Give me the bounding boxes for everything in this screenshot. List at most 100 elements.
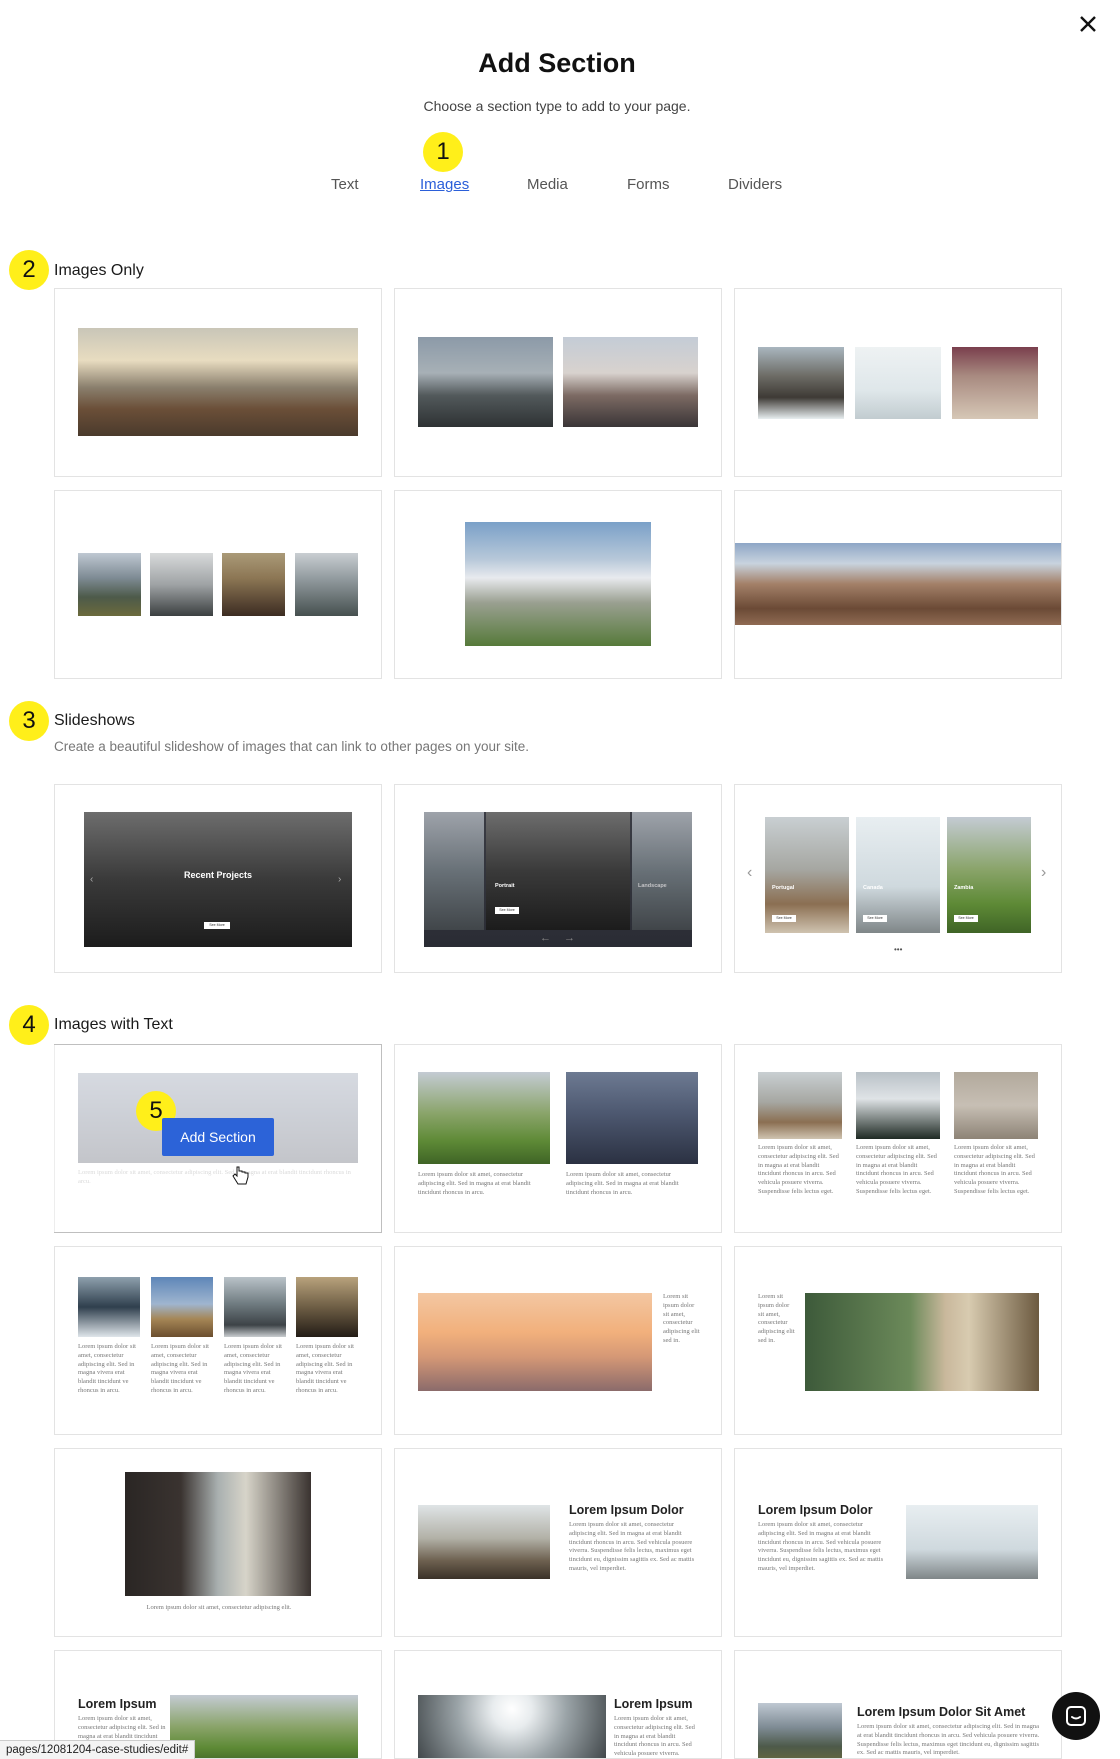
card-label: Portugal (772, 885, 795, 891)
thumbnail-text: Lorem ipsum dolor sit amet, consectetur … (758, 1521, 884, 1572)
chevron-left-icon: ‹ (90, 874, 94, 885)
thumbnail-image (563, 337, 698, 427)
thumbnail-image (170, 1695, 358, 1758)
thumbnail-image (151, 1277, 213, 1337)
thumbnail-image (758, 347, 844, 419)
thumbnail-image (418, 337, 553, 427)
tab-images[interactable]: Images (420, 176, 469, 193)
thumbnail-text: Lorem ipsum dolor sit amet, consectetur … (78, 1343, 136, 1394)
thumbnail-text: Lorem ipsum dolor sit amet, consectetur … (224, 1343, 282, 1394)
chat-button[interactable] (1052, 1692, 1100, 1740)
chat-icon (1066, 1706, 1086, 1726)
layout-card-image-left-text[interactable]: Lorem sit ipsum dolor sit amet, consecte… (394, 1246, 722, 1435)
browser-status-url: pages/12081204-case-studies/edit# (0, 1740, 196, 1759)
layout-card-four-images[interactable] (54, 490, 382, 679)
thumbnail-image (805, 1293, 1039, 1391)
layout-card-four-images-text[interactable]: Lorem ipsum dolor sit amet, consectetur … (54, 1246, 382, 1435)
card-button: See More (954, 915, 978, 922)
thumbnail-heading: Lorem Ipsum (78, 1697, 157, 1711)
thumbnail-text: Lorem ipsum dolor sit amet, consectetur … (758, 1144, 839, 1195)
slideshow-button: See More (204, 922, 230, 929)
thumbnail-image (465, 522, 651, 646)
section-type-tabs: Text Images Media Forms Dividers (0, 176, 1120, 198)
thumbnail-text: Lorem sit ipsum dolor sit amet, consecte… (758, 1293, 795, 1344)
thumbnail-image (125, 1472, 311, 1596)
layout-card-slideshow-full[interactable]: Recent Projects See More ‹ › (54, 784, 382, 973)
thumbnail-image (418, 1505, 550, 1579)
thumbnail-image (296, 1277, 358, 1337)
thumbnail-image (222, 553, 285, 616)
layout-card-centered-image[interactable] (394, 490, 722, 679)
tab-media[interactable]: Media (527, 176, 568, 193)
close-icon (1080, 16, 1096, 32)
thumbnail-image (856, 1072, 940, 1139)
thumbnail-image (418, 1293, 652, 1391)
thumbnail-text: Lorem ipsum dolor sit amet, consectetur … (614, 1715, 695, 1758)
close-button[interactable] (1074, 10, 1102, 38)
layout-card-three-images-text[interactable]: Lorem ipsum dolor sit amet, consectetur … (734, 1044, 1062, 1233)
thumbnail-image (78, 553, 141, 616)
thumbnail-image (952, 347, 1038, 419)
layout-card-image-right-heading[interactable]: Lorem Ipsum Dolor Lorem ipsum dolor sit … (734, 1448, 1062, 1637)
thumbnail-image (295, 553, 358, 616)
layout-card-full-width-image[interactable] (734, 490, 1062, 679)
layout-card-image-right-text[interactable]: Lorem sit ipsum dolor sit amet, consecte… (734, 1246, 1062, 1435)
section-description-slideshows: Create a beautiful slideshow of images t… (54, 739, 530, 754)
thumbnail-image (150, 553, 213, 616)
thumbnail-text: Lorem ipsum dolor sit amet, consectetur … (857, 1723, 1040, 1757)
thumbnail-image: Zambia See More (947, 817, 1031, 933)
tab-forms[interactable]: Forms (627, 176, 670, 193)
thumbnail-image (855, 347, 941, 419)
thumbnail-image (566, 1072, 698, 1164)
layout-card-small-image-heading[interactable]: Lorem Ipsum Dolor Sit Amet Lorem ipsum d… (734, 1650, 1062, 1759)
slideshow-title: Recent Projects (183, 870, 253, 880)
layout-card-two-images[interactable] (394, 288, 722, 477)
arrow-left-icon: ← (540, 932, 551, 944)
card-button: See More (863, 915, 887, 922)
thumbnail-text: Lorem ipsum dolor sit amet, consectetur … (151, 1343, 209, 1394)
thumbnail-image (418, 1072, 550, 1164)
step-marker-1: 1 (423, 132, 463, 172)
thumbnail-image (224, 1277, 286, 1337)
layout-card-slideshow-carousel[interactable]: Portrait See More Landscape ← → (394, 784, 722, 973)
tab-dividers[interactable]: Dividers (728, 176, 782, 193)
thumbnail-heading: Lorem Ipsum Dolor Sit Amet (857, 1705, 1026, 1719)
thumbnail-text: Lorem ipsum dolor sit amet, consectetur … (296, 1343, 354, 1394)
hand-cursor-icon (232, 1166, 249, 1185)
layout-card-image-heading-right[interactable]: Lorem Ipsum Lorem ipsum dolor sit amet, … (394, 1650, 722, 1759)
thumbnail-image: Canada See More (856, 817, 940, 933)
thumbnail-image (78, 328, 358, 436)
page-title: Add Section (478, 48, 636, 78)
thumbnail-text: Lorem ipsum dolor sit amet, consectetur … (569, 1521, 695, 1572)
layout-card-three-images[interactable] (734, 288, 1062, 477)
layout-card-single-image[interactable] (54, 288, 382, 477)
chevron-right-icon: › (338, 874, 342, 885)
thumbnail-background: Portrait See More Landscape ← → (424, 812, 692, 947)
layout-card-image-caption[interactable]: Lorem ipsum dolor sit amet, consectetur … (54, 1448, 382, 1637)
chevron-right-icon: › (1041, 864, 1047, 881)
arrow-right-icon: → (564, 932, 575, 944)
thumbnail-text: Lorem ipsum dolor sit amet, consectetur … (856, 1144, 937, 1195)
pagination-dots: ••• (894, 945, 903, 954)
thumbnail-image (735, 543, 1061, 625)
layout-card-slideshow-cards[interactable]: ‹ Portugal See More Canada See More Zamb… (734, 784, 1062, 973)
layout-card-image-left-heading[interactable]: Lorem Ipsum Dolor Lorem ipsum dolor sit … (394, 1448, 722, 1637)
thumbnail-caption: Lorem ipsum dolor sit amet, consectetur … (146, 1604, 292, 1611)
step-marker-4: 4 (9, 1005, 49, 1045)
thumbnail-image (758, 1703, 842, 1758)
thumbnail-image (906, 1505, 1038, 1579)
section-title-slideshows: Slideshows (54, 712, 135, 729)
step-marker-3: 3 (9, 701, 49, 741)
thumbnail-image (418, 1695, 606, 1758)
thumbnail-image: Portrait See More (486, 812, 630, 930)
layout-card-two-images-text[interactable]: Lorem ipsum dolor sit amet, consectetur … (394, 1044, 722, 1233)
thumbnail-image (758, 1072, 842, 1139)
thumbnail-image (954, 1072, 1038, 1139)
section-title-images-with-text: Images with Text (54, 1016, 173, 1033)
tab-text[interactable]: Text (331, 176, 359, 193)
card-label: Canada (863, 885, 883, 891)
thumbnail-text: Lorem sit ipsum dolor sit amet, consecte… (663, 1293, 700, 1344)
thumbnail-heading: Lorem Ipsum Dolor (569, 1503, 684, 1517)
thumbnail-heading: Lorem Ipsum Dolor (758, 1503, 873, 1517)
add-section-button[interactable]: Add Section (162, 1118, 274, 1156)
